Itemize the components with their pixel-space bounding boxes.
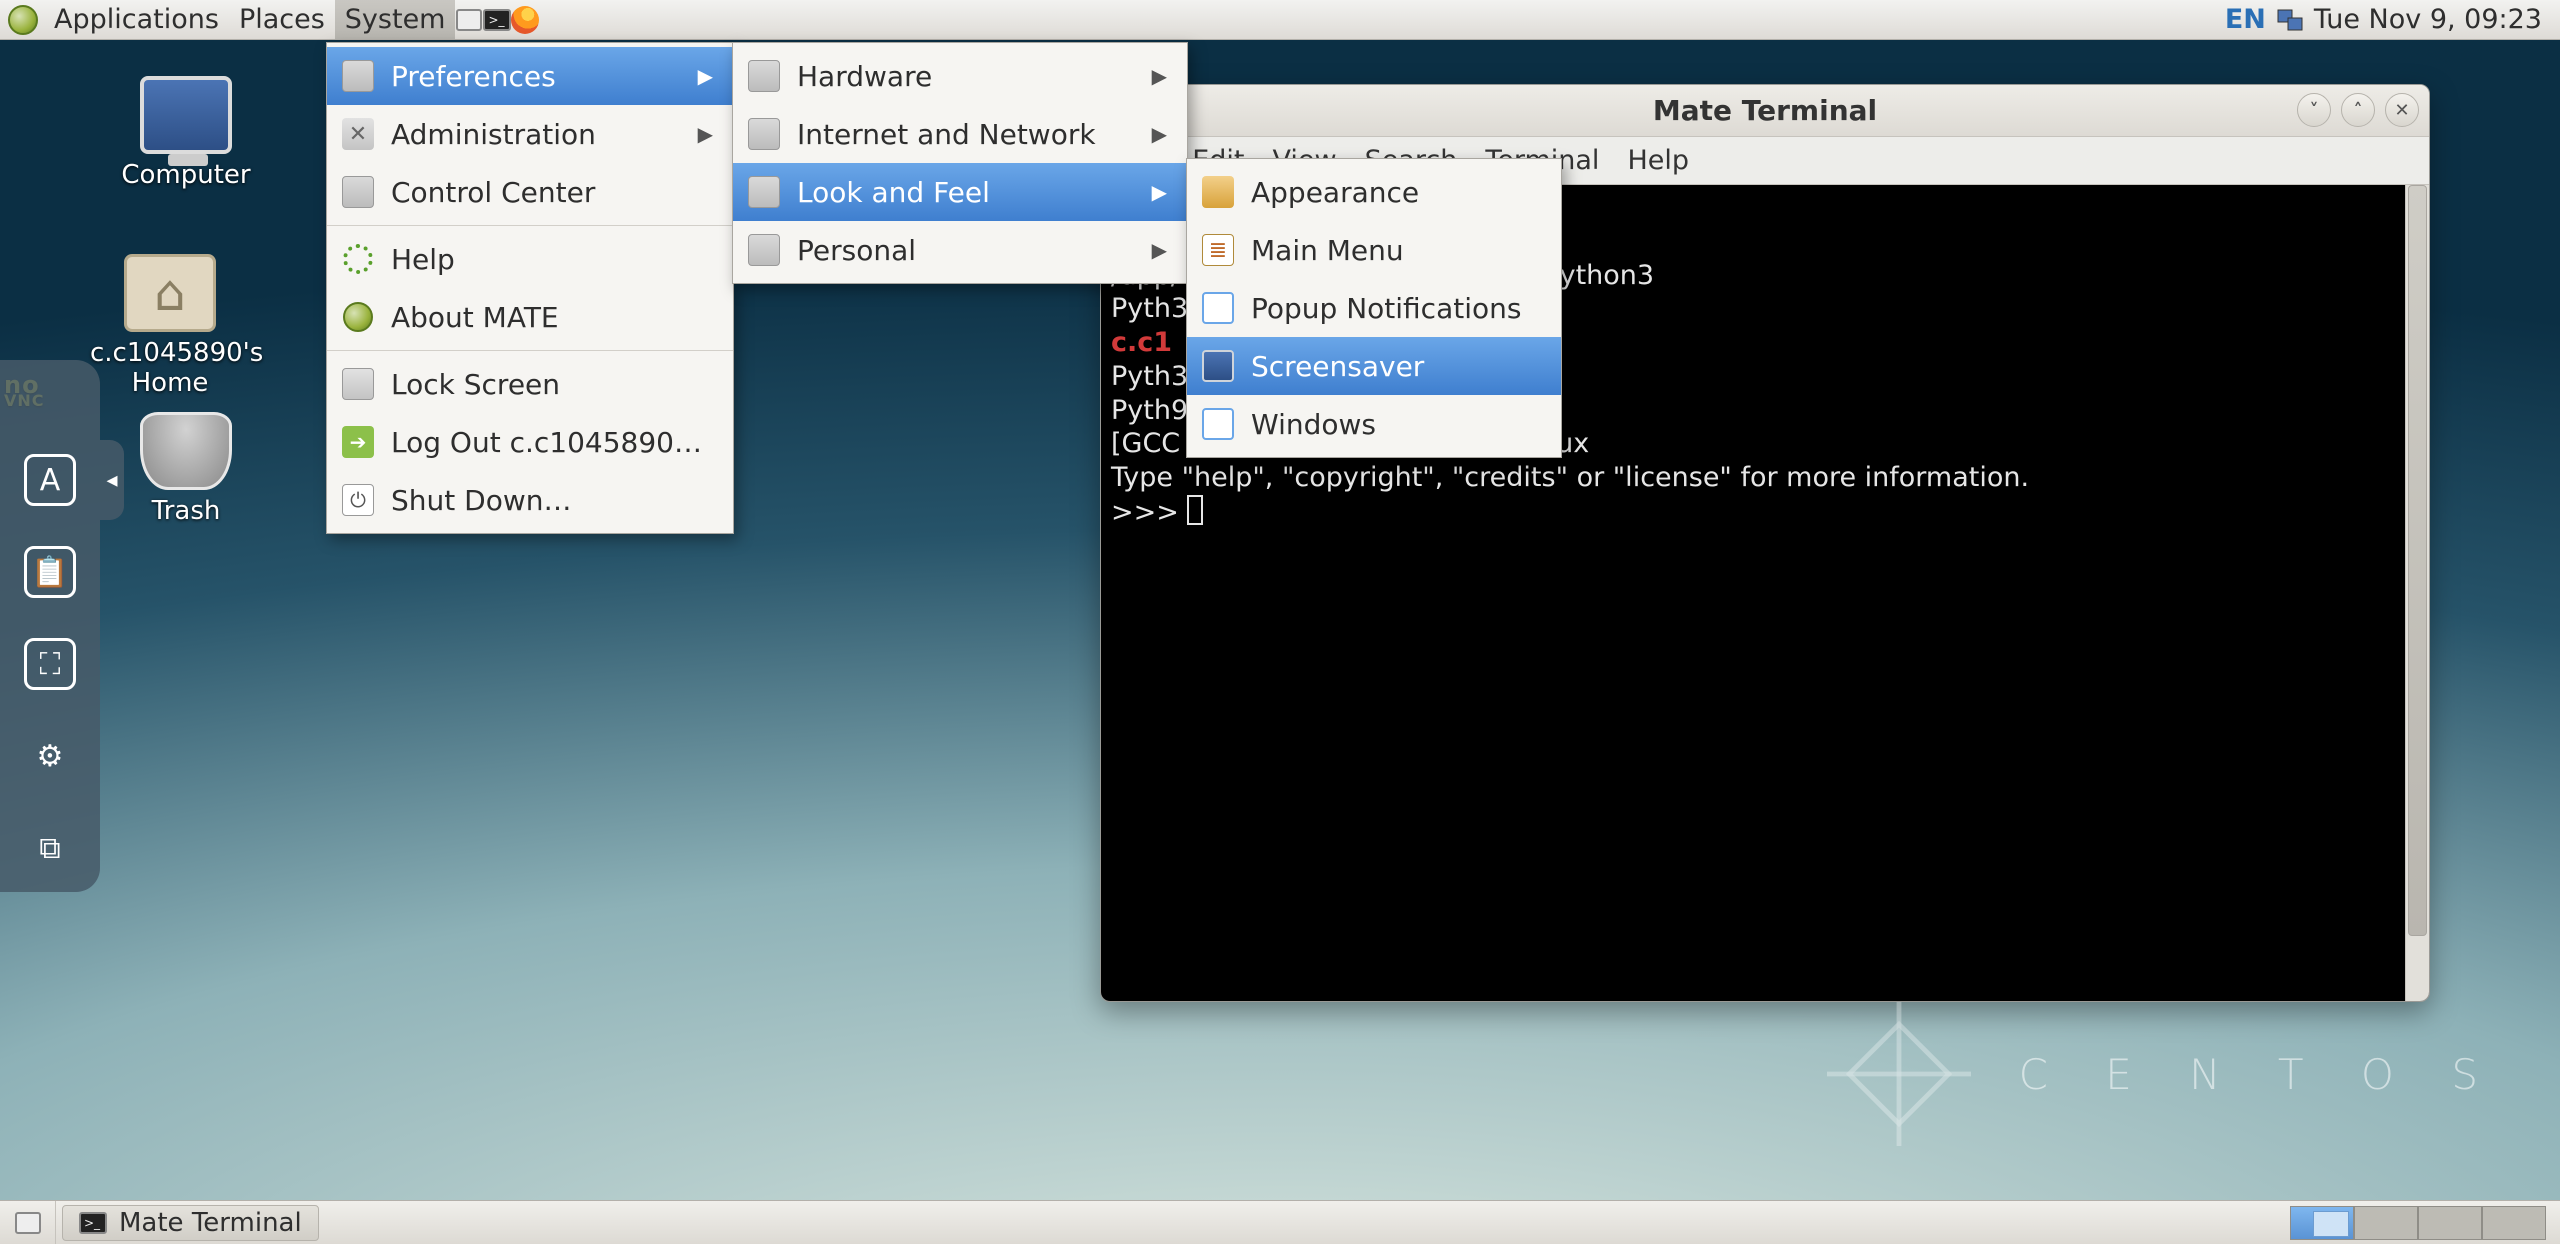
logout-icon [342, 426, 374, 458]
submenu-arrow-icon: ▶ [698, 122, 713, 146]
terminal-scrollbar[interactable] [2405, 185, 2429, 1001]
workspace-3[interactable] [2418, 1206, 2482, 1240]
submenu-arrow-icon: ▶ [1152, 122, 1167, 146]
workspace-1[interactable] [2290, 1206, 2354, 1240]
system-menu: Preferences ▶ Administration ▶ Control C… [326, 42, 734, 534]
show-desktop-icon [15, 1212, 41, 1234]
mate-logo-icon[interactable] [8, 5, 38, 35]
personal-icon [748, 234, 780, 266]
appearance-icon [1202, 176, 1234, 208]
prefs-look-and-feel[interactable]: Look and Feel ▶ [733, 163, 1187, 221]
home-folder-icon [124, 254, 216, 332]
menu-applications[interactable]: Applications [44, 0, 229, 39]
about-mate-icon [343, 302, 373, 332]
screensaver-icon [1202, 350, 1234, 382]
prefs-hardware[interactable]: Hardware ▶ [733, 47, 1187, 105]
novnc-settings-button[interactable]: ⚙ [24, 730, 76, 782]
novnc-collapse-tab[interactable]: ◂ [100, 440, 124, 520]
main-menu-icon [1202, 234, 1234, 266]
system-tray: EN Tue Nov 9, 09:23 [2225, 4, 2560, 35]
novnc-clipboard-button[interactable]: 📋 [24, 546, 76, 598]
centos-watermark: C E N T O S [1819, 994, 2500, 1154]
workspace-2[interactable] [2354, 1206, 2418, 1240]
centos-logo-icon [1819, 994, 1979, 1154]
novnc-keyboard-button[interactable]: A [24, 454, 76, 506]
window-close-button[interactable]: ✕ [2385, 93, 2419, 127]
panel-launcher-1-icon[interactable] [455, 6, 483, 34]
trash-icon [140, 412, 232, 490]
panel-firefox-icon[interactable] [511, 6, 539, 34]
system-menu-preferences[interactable]: Preferences ▶ [327, 47, 733, 105]
internet-icon [748, 118, 780, 150]
popup-notifications-icon [1202, 292, 1234, 324]
terminal-scrollbar-thumb[interactable] [2408, 185, 2427, 936]
system-menu-logout[interactable]: Log Out c.c1045890… [327, 413, 733, 471]
desktop-icon-computer[interactable]: Computer [106, 76, 266, 190]
system-menu-administration[interactable]: Administration ▶ [327, 105, 733, 163]
look-and-feel-icon [748, 176, 780, 208]
taskbar-item-terminal[interactable]: Mate Terminal [62, 1205, 319, 1241]
terminal-cursor [1187, 495, 1203, 525]
terminal-titlebar[interactable]: Mate Terminal ˅ ˄ ✕ [1101, 85, 2429, 137]
menu-system[interactable]: System [335, 0, 456, 39]
novnc-sidebar: A 📋 ⛶ ⚙ ⧉ [0, 360, 100, 892]
system-menu-about[interactable]: About MATE [327, 288, 733, 346]
administration-icon [342, 118, 374, 150]
network-icon[interactable] [2276, 8, 2304, 32]
look-main-menu[interactable]: Main Menu [1187, 221, 1561, 279]
bottom-panel: Mate Terminal [0, 1200, 2560, 1244]
look-screensaver[interactable]: Screensaver [1187, 337, 1561, 395]
look-windows[interactable]: Windows [1187, 395, 1561, 453]
show-desktop-button[interactable] [0, 1201, 56, 1244]
preferences-icon [342, 60, 374, 92]
keyboard-layout-indicator[interactable]: EN [2225, 4, 2266, 35]
help-icon [343, 244, 373, 274]
look-and-feel-submenu: Appearance Main Menu Popup Notifications… [1186, 158, 1562, 458]
prefs-internet[interactable]: Internet and Network ▶ [733, 105, 1187, 163]
window-minimize-button[interactable]: ˅ [2297, 93, 2331, 127]
submenu-arrow-icon: ▶ [1152, 64, 1167, 88]
preferences-submenu: Hardware ▶ Internet and Network ▶ Look a… [732, 42, 1188, 284]
system-menu-control-center[interactable]: Control Center [327, 163, 733, 221]
desktop-icon-label: Trash [106, 496, 266, 526]
menu-separator [327, 350, 733, 351]
terminal-menu-help[interactable]: Help [1627, 145, 1689, 176]
menu-separator [327, 225, 733, 226]
desktop-icon-home[interactable]: c.c1045890's Home [90, 254, 250, 398]
novnc-disconnect-button[interactable]: ⧉ [24, 822, 76, 874]
look-popup-notifications[interactable]: Popup Notifications [1187, 279, 1561, 337]
submenu-arrow-icon: ▶ [1152, 180, 1167, 204]
menu-places[interactable]: Places [229, 0, 335, 39]
desktop-icon-label: c.c1045890's Home [90, 338, 250, 398]
system-menu-shutdown[interactable]: Shut Down… [327, 471, 733, 529]
control-center-icon [342, 176, 374, 208]
shutdown-icon [342, 484, 374, 516]
prefs-personal[interactable]: Personal ▶ [733, 221, 1187, 279]
hardware-icon [748, 60, 780, 92]
panel-terminal-icon[interactable] [483, 6, 511, 34]
lock-icon [342, 368, 374, 400]
workspace-4[interactable] [2482, 1206, 2546, 1240]
novnc-fullscreen-button[interactable]: ⛶ [24, 638, 76, 690]
desktop-icon-trash[interactable]: Trash [106, 412, 266, 526]
terminal-title: Mate Terminal [1653, 94, 1877, 127]
workspace-pager [2290, 1206, 2546, 1240]
system-menu-lock[interactable]: Lock Screen [327, 355, 733, 413]
top-panel: Applications Places System EN Tue Nov 9,… [0, 0, 2560, 40]
window-maximize-button[interactable]: ˄ [2341, 93, 2375, 127]
submenu-arrow-icon: ▶ [1152, 238, 1167, 262]
windows-icon [1202, 408, 1234, 440]
submenu-arrow-icon: ▶ [698, 64, 713, 88]
terminal-task-icon [79, 1212, 107, 1234]
system-menu-help[interactable]: Help [327, 230, 733, 288]
look-appearance[interactable]: Appearance [1187, 163, 1561, 221]
computer-icon [140, 76, 232, 154]
clock[interactable]: Tue Nov 9, 09:23 [2314, 4, 2542, 35]
